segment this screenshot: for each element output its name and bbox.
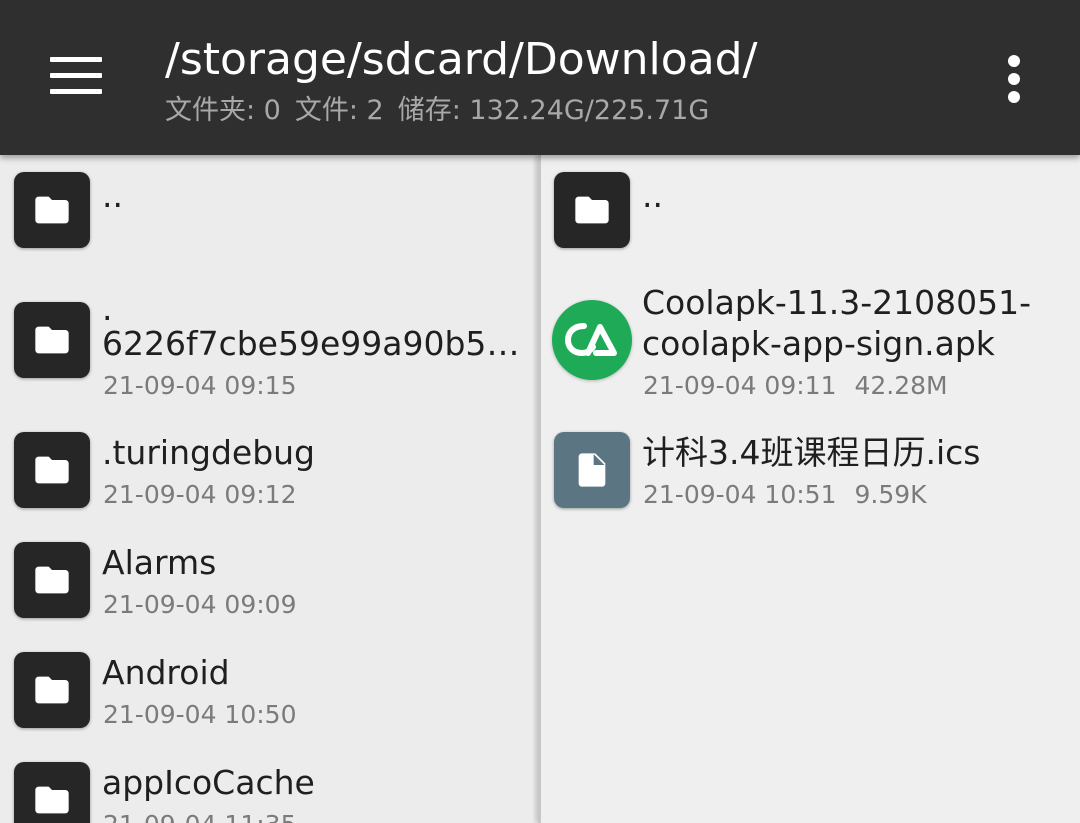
menu-icon[interactable]: [50, 57, 104, 95]
list-item[interactable]: Alarms 21-09-04 09:09: [0, 525, 538, 625]
directory-summary: 文件夹: 0 文件: 2 储存: 132.24G/225.71G: [165, 95, 723, 127]
item-date: 21-09-04 09:15: [103, 371, 297, 400]
top-toolbar: /storage/sdcard/Download/ 文件夹: 0 文件: 2 储存:…: [0, 0, 1080, 155]
item-name-continued: coolapk-app-sign.apk: [642, 324, 995, 363]
file-count: 文件: 2: [294, 95, 384, 126]
list-item[interactable]: . 6226f7cbe59e99a90b5ce… 21-09-04 09:15: [0, 285, 538, 400]
item-date: 21-09-04 09:11: [643, 371, 837, 400]
item-date: 21-09-04 09:12: [103, 480, 297, 509]
folder-icon: [14, 542, 90, 618]
item-name: Alarms: [102, 543, 217, 582]
document-icon: [554, 432, 630, 508]
list-item-parent-dir[interactable]: ..: [541, 155, 1080, 275]
folder-icon: [14, 302, 90, 378]
item-name: ..: [642, 176, 663, 215]
item-name-continued: 6226f7cbe59e99a90b5ce…: [102, 324, 532, 363]
folder-icon: [14, 432, 90, 508]
list-item[interactable]: appIcoCache 21-09-04 11:35: [0, 745, 538, 823]
coolapk-app-icon: [552, 300, 632, 380]
list-item-file[interactable]: 计科3.4班课程日历.ics 21-09-04 10:51 9.59K: [541, 415, 1080, 515]
item-name: appIcoCache: [102, 763, 315, 802]
folder-icon: [14, 762, 90, 823]
storage-usage: 储存: 132.24G/225.71G: [397, 95, 710, 126]
right-file-pane[interactable]: .. Coolapk-11.3-2108051- coolapk-app-sig…: [541, 155, 1080, 823]
item-date: 21-09-04 11:35: [103, 810, 296, 823]
list-item-parent-dir[interactable]: ..: [0, 155, 538, 275]
item-name: Android: [102, 653, 230, 692]
list-item[interactable]: .turingdebug 21-09-04 09:12: [0, 415, 538, 515]
item-date: 21-09-04 09:09: [103, 590, 297, 619]
item-date: 21-09-04 10:51: [643, 480, 837, 509]
folder-icon: [14, 652, 90, 728]
item-name: 计科3.4班课程日历.ics: [642, 433, 981, 472]
item-size: 42.28M: [854, 371, 948, 400]
item-name: .turingdebug: [102, 433, 316, 472]
item-meta: 21-09-04 09:11 42.28M: [643, 371, 948, 401]
item-size: 9.59K: [854, 480, 927, 509]
list-item-apk[interactable]: Coolapk-11.3-2108051- coolapk-app-sign.a…: [541, 280, 1080, 405]
left-file-pane[interactable]: .. . 6226f7cbe59e99a90b5ce… 21-09-04 09:…: [0, 155, 538, 823]
folder-count: 文件夹: 0: [165, 95, 281, 126]
folder-icon: [554, 172, 630, 248]
list-item[interactable]: Android 21-09-04 10:50: [0, 635, 538, 735]
item-date: 21-09-04 10:50: [103, 700, 297, 729]
more-options-icon[interactable]: [995, 52, 1035, 106]
folder-icon: [14, 172, 90, 248]
item-meta: 21-09-04 10:51 9.59K: [643, 480, 927, 510]
current-path-title: /storage/sdcard/Download/: [165, 34, 758, 85]
item-name: Coolapk-11.3-2108051-: [642, 283, 1032, 322]
item-name: ..: [102, 176, 123, 215]
